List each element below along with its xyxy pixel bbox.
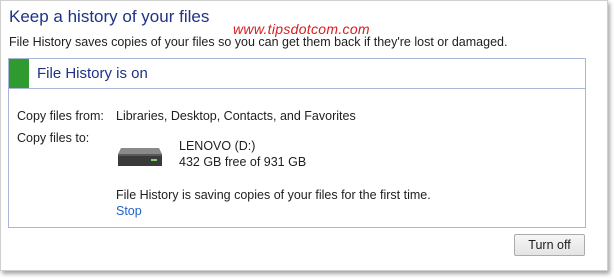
hard-drive-icon	[118, 148, 162, 166]
drive-space: 432 GB free of 931 GB	[179, 155, 307, 169]
copy-to-label: Copy files to:	[17, 131, 90, 145]
progress-message: File History is saving copies of your fi…	[116, 188, 431, 202]
copy-from-label: Copy files from:	[17, 109, 104, 123]
file-history-panel: File History is on Copy files from: Libr…	[8, 58, 586, 228]
page-description: File History saves copies of your files …	[9, 35, 508, 49]
file-history-window: Keep a history of your files www.tipsdot…	[0, 0, 608, 271]
drive-name: LENOVO (D:)	[179, 139, 256, 153]
status-title: File History is on	[37, 65, 148, 82]
page-title: Keep a history of your files	[9, 7, 210, 26]
turn-off-button[interactable]: Turn off	[514, 234, 585, 256]
copy-from-value: Libraries, Desktop, Contacts, and Favori…	[116, 109, 356, 123]
status-header: File History is on	[9, 59, 585, 89]
status-indicator	[9, 59, 29, 88]
stop-link[interactable]: Stop	[116, 204, 142, 218]
